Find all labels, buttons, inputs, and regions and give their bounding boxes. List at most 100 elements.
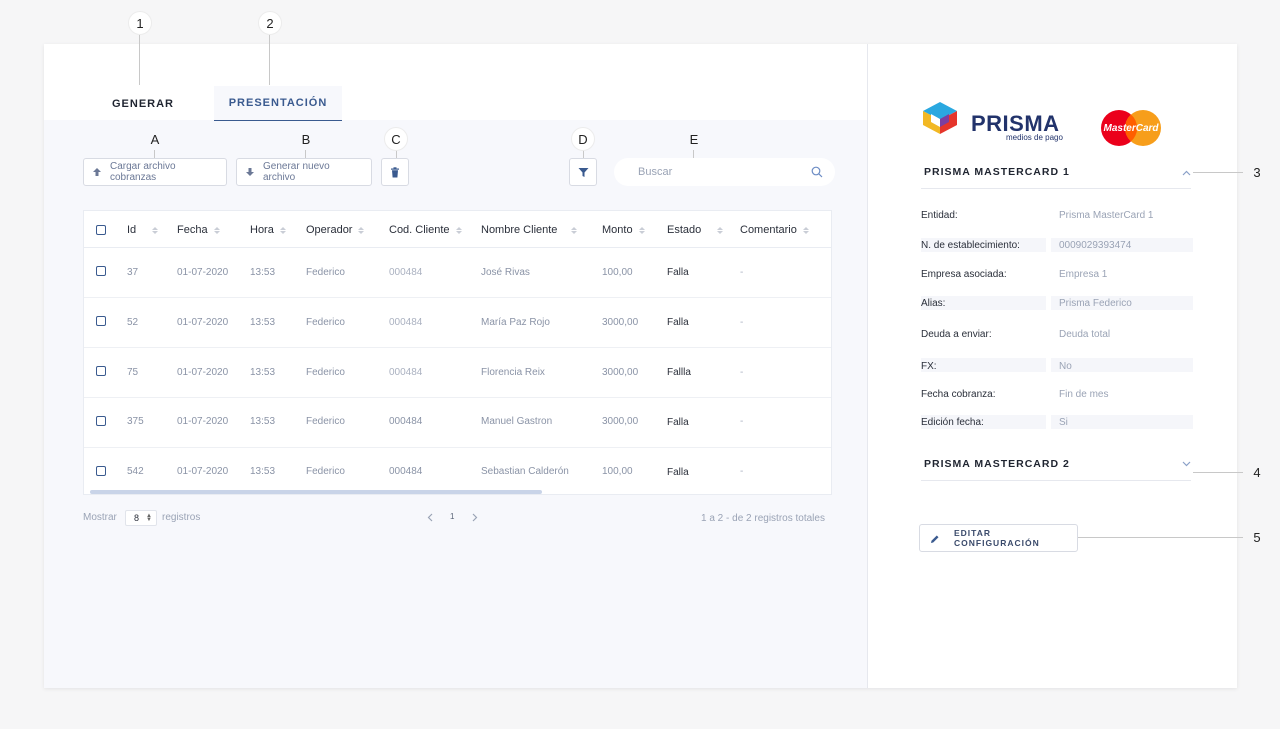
column-header-label: Estado [667, 224, 702, 236]
cell-estado: Falla [667, 417, 689, 428]
column-header-id[interactable]: Id [127, 224, 159, 236]
column-header-estado[interactable]: Estado [667, 224, 724, 236]
cell-operador: Federico [306, 367, 345, 378]
search-input[interactable] [614, 158, 835, 186]
page-size-select[interactable]: 8 ▲ ▼ [125, 510, 157, 526]
field-label-establecimiento: N. de establecimiento: [921, 240, 1020, 251]
select-all-checkbox[interactable] [96, 225, 106, 235]
mastercard-wordmark: MasterCard [1103, 123, 1159, 134]
records-label: registros [162, 512, 201, 523]
cell-estado: Falla [667, 467, 689, 478]
sort-icon [455, 226, 462, 234]
marker-d: D [571, 127, 595, 151]
section-title-mastercard-2[interactable]: PRISMA MASTERCARD 2 [924, 458, 1070, 470]
sort-icon [638, 226, 645, 234]
filter-button[interactable] [569, 158, 597, 186]
marker-d-line [583, 150, 584, 158]
edit-configuration-label: EDITAR CONFIGURACIÓN [954, 528, 1040, 548]
tab-presentacion[interactable]: PRESENTACIÓN [214, 86, 342, 121]
sort-icon [358, 226, 365, 234]
table-row[interactable]: 375 01-07-2020 13:53 Federico 000484 Man… [84, 398, 831, 448]
column-header-fecha[interactable]: Fecha [177, 224, 220, 236]
show-label: Mostrar [83, 512, 117, 523]
download-arrow-icon [246, 168, 254, 176]
field-label-edicion-fecha: Edición fecha: [921, 417, 984, 428]
upload-file-button[interactable]: Cargar archivo cobranzas [83, 158, 227, 186]
table-row[interactable]: 52 01-07-2020 13:53 Federico 000484 Marí… [84, 298, 831, 348]
records-table: Id Fecha Hora Operador Cod. Cliente Nomb… [83, 210, 832, 495]
chevron-down-icon[interactable] [1182, 461, 1191, 467]
cell-operador: Federico [306, 267, 345, 278]
column-header-comentario[interactable]: Comentario [740, 224, 809, 236]
marker-4-line [1193, 472, 1243, 473]
row-checkbox[interactable] [96, 366, 106, 376]
tab-generar[interactable]: GENERAR [99, 86, 187, 121]
row-checkbox[interactable] [96, 466, 106, 476]
field-value-fx: No [1059, 361, 1072, 372]
marker-2-line [269, 35, 270, 85]
cell-cod-cliente: 000484 [389, 416, 423, 427]
marker-e-line [693, 150, 694, 158]
column-header-monto[interactable]: Monto [602, 224, 645, 236]
horizontal-scrollbar[interactable] [90, 490, 542, 494]
cell-comentario: - [740, 466, 744, 477]
cell-nombre-cliente: Sebastian Calderón [481, 466, 569, 477]
cell-estado: Fallla [667, 367, 691, 378]
cell-comentario: - [740, 367, 744, 378]
next-page-icon[interactable] [472, 513, 478, 522]
row-checkbox[interactable] [96, 266, 106, 276]
edit-configuration-button[interactable]: EDITAR CONFIGURACIÓN [919, 524, 1078, 552]
field-row-background [921, 296, 1193, 310]
delete-button[interactable] [381, 158, 409, 186]
records-summary: 1 a 2 - de 2 registros totales [701, 513, 825, 524]
cell-id: 52 [127, 317, 139, 328]
marker-e: E [689, 131, 699, 147]
prev-page-icon[interactable] [427, 513, 433, 522]
column-header-operador[interactable]: Operador [306, 224, 365, 236]
table-row[interactable]: 75 01-07-2020 13:53 Federico 000484 Flor… [84, 348, 831, 398]
column-header-hora[interactable]: Hora [250, 224, 286, 236]
column-header-label: Id [127, 224, 137, 236]
cell-id: 37 [127, 267, 139, 278]
marker-a: A [150, 131, 160, 147]
row-checkbox[interactable] [96, 316, 106, 326]
generate-file-button[interactable]: Generar nuevo archivo [236, 158, 372, 186]
column-header-label: Operador [306, 224, 353, 236]
marker-3: 3 [1253, 164, 1261, 180]
cell-operador: Federico [306, 466, 345, 477]
field-value-deuda: Deuda total [1059, 329, 1111, 340]
field-value-edicion-fecha: Si [1059, 417, 1068, 428]
cell-monto: 100,00 [602, 267, 633, 278]
table-header: Id Fecha Hora Operador Cod. Cliente Nomb… [84, 211, 831, 248]
cell-monto: 3000,00 [602, 367, 639, 378]
search-icon[interactable] [811, 166, 823, 178]
marker-2: 2 [258, 11, 282, 35]
cell-hora: 13:53 [250, 416, 276, 427]
column-header-cod-cliente[interactable]: Cod. Cliente [389, 224, 462, 236]
chevron-up-icon[interactable] [1182, 170, 1191, 176]
marker-4: 4 [1253, 464, 1261, 480]
panel-divider [867, 44, 868, 688]
cell-fecha: 01-07-2020 [177, 466, 229, 477]
cell-estado: Falla [667, 317, 689, 328]
prisma-tagline: medios de pago [1006, 133, 1063, 142]
cell-cod-cliente: 000484 [389, 317, 423, 328]
cell-nombre-cliente: María Paz Rojo [481, 317, 550, 328]
marker-c-line [396, 150, 397, 158]
cell-operador: Federico [306, 416, 345, 427]
cell-nombre-cliente: Florencia Reix [481, 367, 545, 378]
column-header-label: Fecha [177, 224, 208, 236]
row-checkbox[interactable] [96, 416, 106, 426]
cell-hora: 13:53 [250, 267, 276, 278]
column-header-nombre-cliente[interactable]: Nombre Cliente [481, 224, 578, 236]
table-row[interactable]: 542 01-07-2020 13:53 Federico 000484 Seb… [84, 448, 831, 494]
page-size-value: 8 [134, 513, 140, 523]
column-header-label: Hora [250, 224, 274, 236]
cell-fecha: 01-07-2020 [177, 416, 229, 427]
cell-nombre-cliente: Manuel Gastron [481, 416, 553, 427]
current-page[interactable]: 1 [450, 512, 454, 521]
field-row-background [921, 358, 1193, 372]
table-row[interactable]: 37 01-07-2020 13:53 Federico 000484 José… [84, 248, 831, 298]
cell-hora: 13:53 [250, 317, 276, 328]
section-title-mastercard-1[interactable]: PRISMA MASTERCARD 1 [924, 166, 1070, 178]
